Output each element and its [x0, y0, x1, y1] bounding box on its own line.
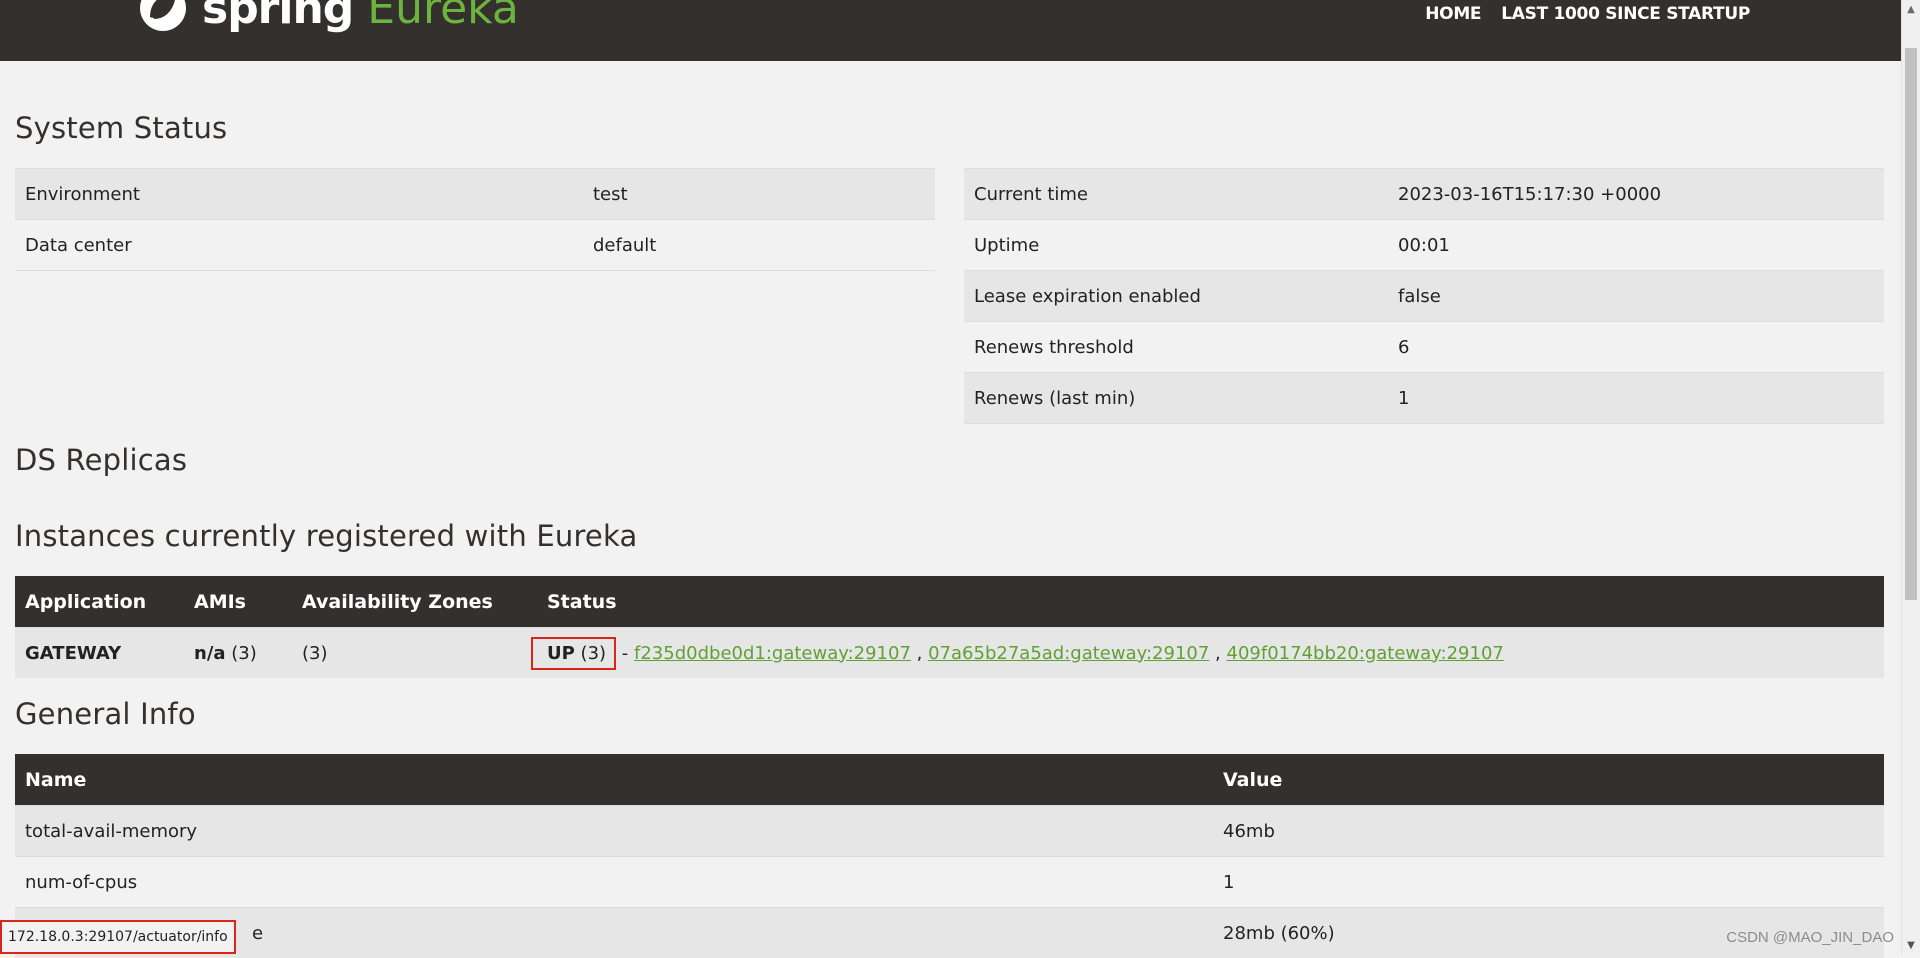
column-header-availability-zones: Availability Zones — [292, 576, 537, 628]
table-header-row: Name Value — [15, 754, 1884, 806]
top-navbar: spring Eureka HOME LAST 1000 SINCE START… — [0, 0, 1902, 61]
spring-leaf-icon — [138, 0, 188, 33]
general-info-table: Name Value total-avail-memory 46mb num-o… — [15, 754, 1884, 958]
table-row: Current time 2023-03-16T15:17:30 +0000 — [964, 169, 1884, 220]
column-header-application: Application — [15, 576, 184, 628]
general-info-heading: General Info — [15, 697, 196, 731]
table-row: total-avail-memory 46mb — [15, 806, 1884, 857]
scroll-up-icon[interactable]: ▲ — [1902, 0, 1920, 18]
table-row: Renews (last min) 1 — [964, 373, 1884, 424]
value-cell: 6 — [1388, 322, 1884, 373]
nav-links: HOME LAST 1000 SINCE STARTUP — [1425, 4, 1750, 24]
instances-heading: Instances currently registered with Eure… — [15, 519, 637, 553]
scrollbar-thumb[interactable] — [1905, 48, 1917, 600]
status-separator: - — [622, 643, 629, 664]
system-status-heading: System Status — [15, 111, 227, 145]
instance-link-2[interactable]: 07a65b27a5ad:gateway:29107 — [928, 643, 1209, 664]
amis-value: n/a — [194, 643, 226, 664]
amis-cell: n/a (3) — [184, 628, 292, 679]
status-cell: UP (3) - f235d0dbe0d1:gateway:29107 , 07… — [537, 628, 1884, 679]
column-header-name: Name — [15, 754, 1213, 806]
value-cell: 1 — [1388, 373, 1884, 424]
value-cell: test — [583, 169, 935, 220]
system-status-left-table: Environment test Data center default — [15, 168, 935, 271]
instance-link-1[interactable]: f235d0dbe0d1:gateway:29107 — [634, 643, 911, 664]
key-cell: Uptime — [964, 220, 1388, 271]
system-status-right-table: Current time 2023-03-16T15:17:30 +0000 U… — [964, 168, 1884, 424]
value-cell: default — [583, 220, 935, 271]
application-cell: GATEWAY — [15, 628, 184, 679]
status-up: UP — [547, 643, 575, 664]
key-cell: Current time — [964, 169, 1388, 220]
nav-home-link[interactable]: HOME — [1425, 4, 1481, 24]
table-row: Data center default — [15, 220, 935, 271]
key-cell: Renews (last min) — [964, 373, 1388, 424]
name-cell: num-of-cpus — [15, 857, 1213, 908]
value-cell: false — [1388, 271, 1884, 322]
table-row: Environment test — [15, 169, 935, 220]
table-row: e 28mb (60%) — [15, 908, 1884, 958]
status-count: (3) — [581, 643, 607, 664]
zones-cell: (3) — [292, 628, 537, 679]
instances-table: Application AMIs Availability Zones Stat… — [15, 576, 1884, 678]
amis-count: (3) — [231, 643, 257, 664]
table-row: Lease expiration enabled false — [964, 271, 1884, 322]
key-cell: Data center — [15, 220, 583, 271]
table-header-row: Application AMIs Availability Zones Stat… — [15, 576, 1884, 628]
column-header-status: Status — [537, 576, 1884, 628]
browser-status-url: 172.18.0.3:29107/actuator/info — [0, 920, 236, 954]
vertical-scrollbar[interactable]: ▲ ▼ — [1901, 0, 1920, 954]
brand-spring-text: spring — [202, 0, 353, 34]
brand-eureka-text: Eureka — [367, 0, 519, 34]
scroll-down-icon[interactable]: ▼ — [1902, 936, 1920, 954]
ds-replicas-heading: DS Replicas — [15, 443, 187, 477]
key-cell: Renews threshold — [964, 322, 1388, 373]
value-cell: 46mb — [1213, 806, 1884, 857]
spring-eureka-logo[interactable]: spring Eureka — [138, 0, 519, 34]
csdn-watermark: CSDN @MAO_JIN_DAO — [1726, 929, 1894, 946]
link-separator: , — [917, 643, 923, 664]
value-cell: 00:01 — [1388, 220, 1884, 271]
name-cell: total-avail-memory — [15, 806, 1213, 857]
table-row: num-of-cpus 1 — [15, 857, 1884, 908]
table-row: Uptime 00:01 — [964, 220, 1884, 271]
table-row: Renews threshold 6 — [964, 322, 1884, 373]
column-header-value: Value — [1213, 754, 1884, 806]
instance-link-3[interactable]: 409f0174bb20:gateway:29107 — [1227, 643, 1504, 664]
key-cell: Lease expiration enabled — [964, 271, 1388, 322]
key-cell: Environment — [15, 169, 583, 220]
column-header-amis: AMIs — [184, 576, 292, 628]
link-separator: , — [1215, 643, 1221, 664]
table-row: GATEWAY n/a (3) (3) UP (3) - f235d0dbe0d… — [15, 628, 1884, 679]
status-highlight-box: UP (3) — [531, 637, 616, 670]
value-cell: 2023-03-16T15:17:30 +0000 — [1388, 169, 1884, 220]
nav-last-1000-link[interactable]: LAST 1000 SINCE STARTUP — [1501, 4, 1750, 24]
value-cell: 1 — [1213, 857, 1884, 908]
